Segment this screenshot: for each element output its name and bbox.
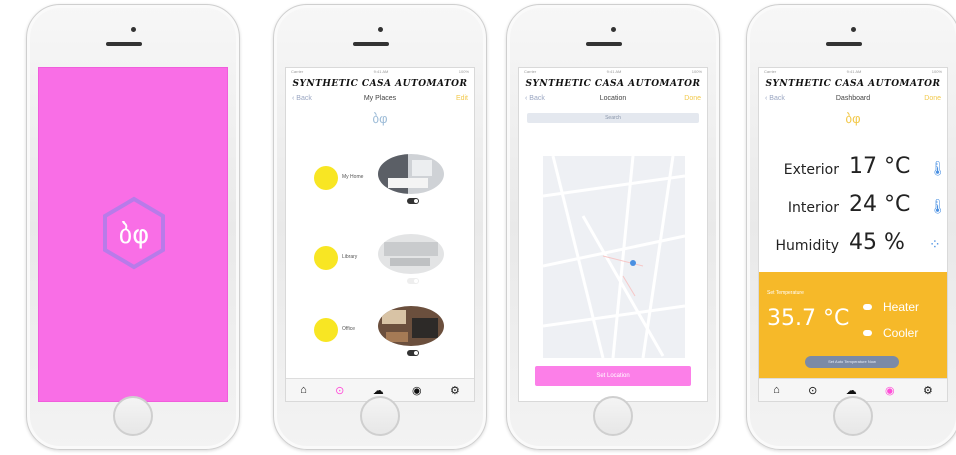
- place-name: My Home: [342, 174, 364, 180]
- status-bar: Carrier 9:41 AM 100%: [286, 68, 474, 77]
- place-toggle[interactable]: [407, 278, 419, 284]
- app-title: SYNTHETIC CASA AUTOMATOR: [765, 79, 941, 89]
- earpiece-speaker: [586, 42, 622, 46]
- carrier-label: Carrier: [524, 69, 537, 74]
- home-button[interactable]: [593, 396, 633, 436]
- front-camera: [131, 27, 136, 32]
- battery-label: 100%: [931, 69, 942, 74]
- app-logo-icon: ბφ: [372, 111, 388, 126]
- place-item[interactable]: Library: [286, 228, 474, 288]
- set-location-button[interactable]: Set Location: [535, 366, 691, 386]
- place-toggle[interactable]: [407, 350, 419, 356]
- search-input[interactable]: Search: [527, 113, 699, 123]
- heater-label: Heater: [883, 300, 920, 314]
- status-bar: Carrier 9:41 AM 100%: [519, 68, 707, 77]
- home-icon[interactable]: ⌂: [773, 384, 780, 396]
- place-item[interactable]: Office: [286, 300, 474, 360]
- home-button[interactable]: [360, 396, 400, 436]
- nav-bar: ‹ Back My Places Edit: [286, 93, 474, 109]
- pin-icon[interactable]: ⊙: [335, 384, 344, 397]
- auto-temperature-button[interactable]: Set Auto Temperature Now: [805, 356, 899, 368]
- svg-text:ბφ: ბφ: [119, 220, 150, 250]
- heater-toggle[interactable]: [863, 304, 872, 310]
- carrier-label: Carrier: [291, 69, 304, 74]
- panel-caption: Set Temperature: [767, 290, 804, 296]
- humidity-label: Humidity: [775, 238, 839, 254]
- place-toggle[interactable]: [407, 198, 419, 204]
- front-camera: [378, 27, 383, 32]
- phone-dashboard: Carrier 9:41 AM 100% SYNTHETIC CASA AUTO…: [746, 4, 956, 450]
- eye-icon[interactable]: ◉: [885, 384, 895, 397]
- place-photo: [378, 234, 444, 274]
- place-photo: [378, 306, 444, 346]
- eye-icon[interactable]: ◉: [412, 384, 422, 397]
- place-item[interactable]: My Home: [286, 148, 474, 208]
- phone-splash: ბφ: [26, 4, 240, 450]
- location-screen: Carrier 9:41 AM 100% SYNTHETIC CASA AUTO…: [518, 67, 708, 402]
- exterior-row: Exterior 17 °C 🌡: [759, 154, 947, 184]
- droplets-icon: ⁘: [929, 236, 941, 252]
- earpiece-speaker: [353, 42, 389, 46]
- time-label: 9:41 AM: [846, 69, 862, 74]
- place-photo: [378, 154, 444, 194]
- interior-value: 24 °C: [849, 192, 911, 217]
- phone-location: Carrier 9:41 AM 100% SYNTHETIC CASA AUTO…: [506, 4, 720, 450]
- time-label: 9:41 AM: [606, 69, 622, 74]
- place-marker-icon: [314, 166, 338, 190]
- cloud-icon[interactable]: ☁: [373, 384, 384, 397]
- front-camera: [851, 27, 856, 32]
- humidity-row: Humidity 45 % ⁘: [759, 230, 947, 260]
- time-label: 9:41 AM: [373, 69, 389, 74]
- places-screen: Carrier 9:41 AM 100% SYNTHETIC CASA AUTO…: [285, 67, 475, 402]
- home-button[interactable]: [113, 396, 153, 436]
- battery-label: 100%: [458, 69, 469, 74]
- page-title: Dashboard: [835, 95, 871, 102]
- earpiece-speaker: [826, 42, 862, 46]
- dashboard-screen: Carrier 9:41 AM 100% SYNTHETIC CASA AUTO…: [758, 67, 948, 402]
- gear-icon[interactable]: ⚙: [450, 384, 460, 397]
- splash-screen: ბφ: [38, 67, 228, 402]
- temperature-panel: Set Temperature 35.7 °C Heater Cooler Se…: [759, 272, 947, 380]
- home-icon[interactable]: ⌂: [300, 384, 307, 396]
- humidity-value: 45 %: [849, 230, 905, 255]
- place-marker-icon: [314, 246, 338, 270]
- app-logo-icon: ბφ: [103, 196, 165, 270]
- nav-bar: ‹ Back Dashboard Done: [759, 93, 947, 109]
- interior-row: Interior 24 °C 🌡: [759, 192, 947, 222]
- place-marker-icon: [314, 318, 338, 342]
- app-title: SYNTHETIC CASA AUTOMATOR: [525, 79, 701, 89]
- thermometer-icon: 🌡: [929, 160, 947, 176]
- place-name: Office: [342, 326, 355, 332]
- exterior-label: Exterior: [783, 162, 839, 178]
- app-logo-icon: ბφ: [845, 111, 861, 126]
- place-name: Library: [342, 254, 358, 260]
- gear-icon[interactable]: ⚙: [923, 384, 933, 397]
- home-button[interactable]: [833, 396, 873, 436]
- battery-label: 100%: [691, 69, 702, 74]
- exterior-value: 17 °C: [849, 154, 911, 179]
- map-view[interactable]: [543, 156, 685, 358]
- edit-button[interactable]: Edit: [456, 95, 468, 102]
- done-button[interactable]: Done: [684, 95, 701, 102]
- interior-label: Interior: [787, 200, 839, 216]
- cooler-label: Cooler: [883, 326, 919, 340]
- pin-icon[interactable]: ⊙: [808, 384, 817, 397]
- set-temperature-value: 35.7 °C: [767, 306, 850, 331]
- done-button[interactable]: Done: [924, 95, 941, 102]
- status-bar: Carrier 9:41 AM 100%: [759, 68, 947, 77]
- cooler-toggle[interactable]: [863, 330, 872, 336]
- page-title: Location: [599, 95, 627, 102]
- nav-bar: ‹ Back Location Done: [519, 93, 707, 109]
- earpiece-speaker: [106, 42, 142, 46]
- thermometer-icon: 🌡: [929, 198, 947, 214]
- phone-places: Carrier 9:41 AM 100% SYNTHETIC CASA AUTO…: [273, 4, 487, 450]
- carrier-label: Carrier: [764, 69, 777, 74]
- front-camera: [611, 27, 616, 32]
- cloud-icon[interactable]: ☁: [846, 384, 857, 397]
- app-title: SYNTHETIC CASA AUTOMATOR: [292, 79, 468, 89]
- page-title: My Places: [363, 95, 397, 102]
